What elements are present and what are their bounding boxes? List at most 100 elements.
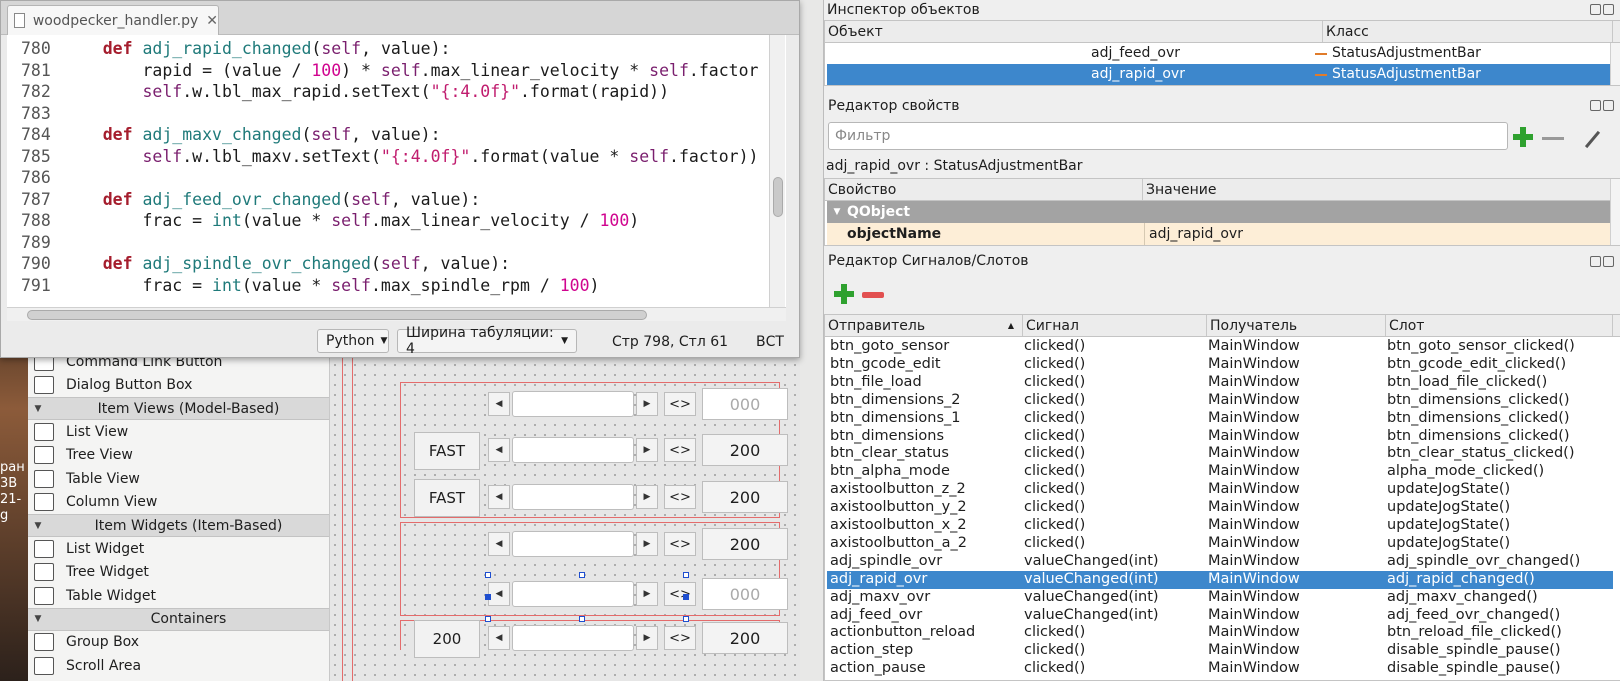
chevron-right-icon[interactable]: ▶ (636, 485, 658, 509)
adjustment-slider[interactable]: ◀ ▶ (488, 436, 658, 464)
collapse-arrow-icon[interactable]: ▼ (827, 201, 847, 223)
object-inspector-tree[interactable]: Объект Класс adj_feed_ovr StatusAdjustmen… (824, 20, 1620, 86)
editor-tab[interactable]: woodpecker_handler.py ✕ (7, 5, 219, 35)
slider-track[interactable] (512, 484, 634, 510)
widget-item[interactable]: Table Widget (28, 584, 329, 608)
connection-row[interactable]: btn_gcode_edit clicked() MainWindow btn_gco… (827, 356, 1613, 374)
property-row[interactable]: objectName adj_rapid_ovr (827, 223, 1613, 245)
connection-row[interactable]: action_step clicked() MainWindow disable_sp… (827, 642, 1613, 660)
col-sender[interactable]: Отправитель ▲ (825, 315, 1023, 336)
editor-horizontal-scrollbar[interactable] (7, 307, 786, 321)
object-inspector-scrollbar[interactable] (1610, 43, 1620, 85)
connection-row[interactable]: btn_dimensions_2 clicked() MainWindow btn_d… (827, 392, 1613, 410)
code-text-area[interactable]: 780 def adj_rapid_changed(self, value): 7… (7, 35, 786, 307)
connection-row[interactable]: actionbutton_reload clicked() MainWindow bt… (827, 624, 1613, 642)
adjustment-slider[interactable]: ◀ ▶ (488, 483, 658, 511)
add-property-icon[interactable] (1512, 126, 1534, 148)
toggle-button[interactable]: <> (664, 485, 696, 509)
chevron-right-icon[interactable]: ▶ (636, 582, 658, 606)
chevron-right-icon[interactable]: ▶ (636, 438, 658, 462)
adjustment-slider[interactable]: ◀ ▶ (488, 580, 658, 608)
widget-item[interactable]: List View (28, 420, 329, 444)
col-slot[interactable]: Слот (1386, 315, 1613, 336)
adjustment-slider[interactable]: ◀ ▶ (488, 530, 658, 558)
widget-item[interactable]: List Widget (28, 537, 329, 561)
property-group-row[interactable]: ▼ QObject (827, 201, 1613, 223)
toggle-button[interactable]: <> (664, 392, 696, 416)
connection-row[interactable]: adj_feed_ovr valueChanged(int) MainWindow a… (827, 607, 1613, 625)
adjustment-bar-row[interactable]: FAST ◀ ▶ <> 200 (412, 428, 792, 472)
toggle-button[interactable]: <> (664, 438, 696, 462)
float-icon[interactable] (1590, 100, 1601, 111)
adjustment-bar-row[interactable]: ◀ ▶ <> 000 (412, 382, 792, 426)
chevron-left-icon[interactable]: ◀ (488, 438, 510, 462)
property-table-scrollbar[interactable] (1610, 179, 1620, 245)
chevron-left-icon[interactable]: ◀ (488, 626, 510, 650)
scrollbar-thumb[interactable] (27, 310, 647, 320)
remove-property-icon[interactable] (1542, 137, 1564, 140)
widget-item[interactable]: Tree View (28, 444, 329, 468)
chevron-right-icon[interactable]: ▶ (636, 532, 658, 556)
tab-width-select[interactable]: Ширина табуляции: 4 ▼ (397, 325, 577, 357)
connection-row[interactable]: btn_dimensions clicked() MainWindow btn_dim… (827, 428, 1613, 446)
object-row[interactable]: adj_feed_ovr StatusAdjustmentBar (827, 43, 1617, 64)
close-icon[interactable] (1603, 100, 1614, 111)
selection-handle[interactable] (485, 616, 491, 622)
slider-track[interactable] (512, 391, 634, 417)
connection-row[interactable]: adj_rapid_ovr valueChanged(int) MainWindow… (827, 570, 1613, 589)
slider-track[interactable] (512, 437, 634, 463)
col-value[interactable]: Значение (1143, 179, 1613, 200)
selection-handle[interactable] (579, 616, 585, 622)
widget-category[interactable]: ▼ Containers (28, 607, 329, 631)
connection-row[interactable]: axistoolbutton_a_2 clicked() MainWindow upd… (827, 535, 1613, 553)
selection-handle[interactable] (683, 594, 689, 600)
connection-row[interactable]: axistoolbutton_y_2 clicked() MainWindow upd… (827, 499, 1613, 517)
widget-item[interactable]: Dialog Button Box (28, 374, 329, 398)
connection-row[interactable]: btn_file_load clicked() MainWindow btn_load… (827, 374, 1613, 392)
toggle-button[interactable]: <> (664, 626, 696, 650)
widget-category[interactable]: ▼ Item Views (Model-Based) (28, 397, 329, 420)
collapse-arrow-icon[interactable]: ▼ (28, 404, 48, 414)
float-icon[interactable] (1590, 4, 1601, 15)
widget-category[interactable]: ▼ Item Widgets (Item-Based) (28, 514, 329, 537)
toggle-button[interactable]: <> (664, 532, 696, 556)
connection-row[interactable]: axistoolbutton_x_2 clicked() MainWindow upd… (827, 517, 1613, 535)
connection-row[interactable]: axistoolbutton_z_2 clicked() MainWindow upd… (827, 481, 1613, 499)
chevron-right-icon[interactable]: ▶ (636, 392, 658, 416)
wrench-icon[interactable] (1571, 119, 1601, 149)
chevron-left-icon[interactable]: ◀ (488, 485, 510, 509)
language-select[interactable]: Python ▼ (317, 329, 389, 353)
connection-row[interactable]: btn_clear_status clicked() MainWindow btn_c… (827, 445, 1613, 463)
collapse-arrow-icon[interactable]: ▼ (28, 521, 48, 531)
adjustment-slider[interactable]: ◀ ▶ (488, 390, 658, 418)
adjustment-bar-row[interactable]: ◀ ▶ <> 200 (412, 522, 792, 566)
slider-track[interactable] (512, 625, 634, 651)
chevron-right-icon[interactable]: ▶ (636, 626, 658, 650)
signal-slot-table[interactable]: Отправитель ▲ Сигнал Получатель Слот btn… (824, 314, 1620, 681)
col-receiver[interactable]: Получатель (1207, 315, 1386, 336)
property-value[interactable]: adj_rapid_ovr (1145, 223, 1243, 245)
object-row[interactable]: adj_rapid_ovr StatusAdjustmentBar (827, 64, 1617, 85)
close-icon[interactable] (1603, 4, 1614, 15)
widget-item[interactable]: Group Box (28, 631, 329, 655)
col-class[interactable]: Класс (1323, 21, 1613, 42)
toggle-button[interactable]: <> (664, 582, 696, 606)
selection-handle[interactable] (683, 616, 689, 622)
close-icon[interactable] (1603, 256, 1614, 267)
scrollbar-thumb[interactable] (773, 177, 783, 217)
adjustment-bar-row[interactable]: 200 ◀ ▶ <> 200 (412, 616, 792, 660)
property-filter-input[interactable]: Фильтр (828, 122, 1508, 150)
connection-row[interactable]: adj_spindle_ovr valueChanged(int) MainWind… (827, 553, 1613, 571)
collapse-arrow-icon[interactable]: ▼ (28, 614, 48, 624)
float-icon[interactable] (1590, 256, 1601, 267)
widget-item[interactable]: Table View (28, 467, 329, 491)
editor-vertical-scrollbar[interactable] (769, 35, 785, 307)
connection-row[interactable]: adj_maxv_ovr valueChanged(int) MainWindow a… (827, 589, 1613, 607)
adjustment-bar-row[interactable]: ◀ ▶ <> 000 (412, 572, 792, 616)
adjustment-bar-row[interactable]: FAST ◀ ▶ <> 200 (412, 475, 792, 519)
selection-handle[interactable] (485, 572, 491, 578)
slider-track[interactable] (512, 581, 634, 607)
connection-row[interactable]: btn_alpha_mode clicked() MainWindow alpha_m… (827, 463, 1613, 481)
property-table[interactable]: Свойство Значение ▼ QObject objectName a… (824, 178, 1620, 246)
chevron-left-icon[interactable]: ◀ (488, 582, 510, 606)
